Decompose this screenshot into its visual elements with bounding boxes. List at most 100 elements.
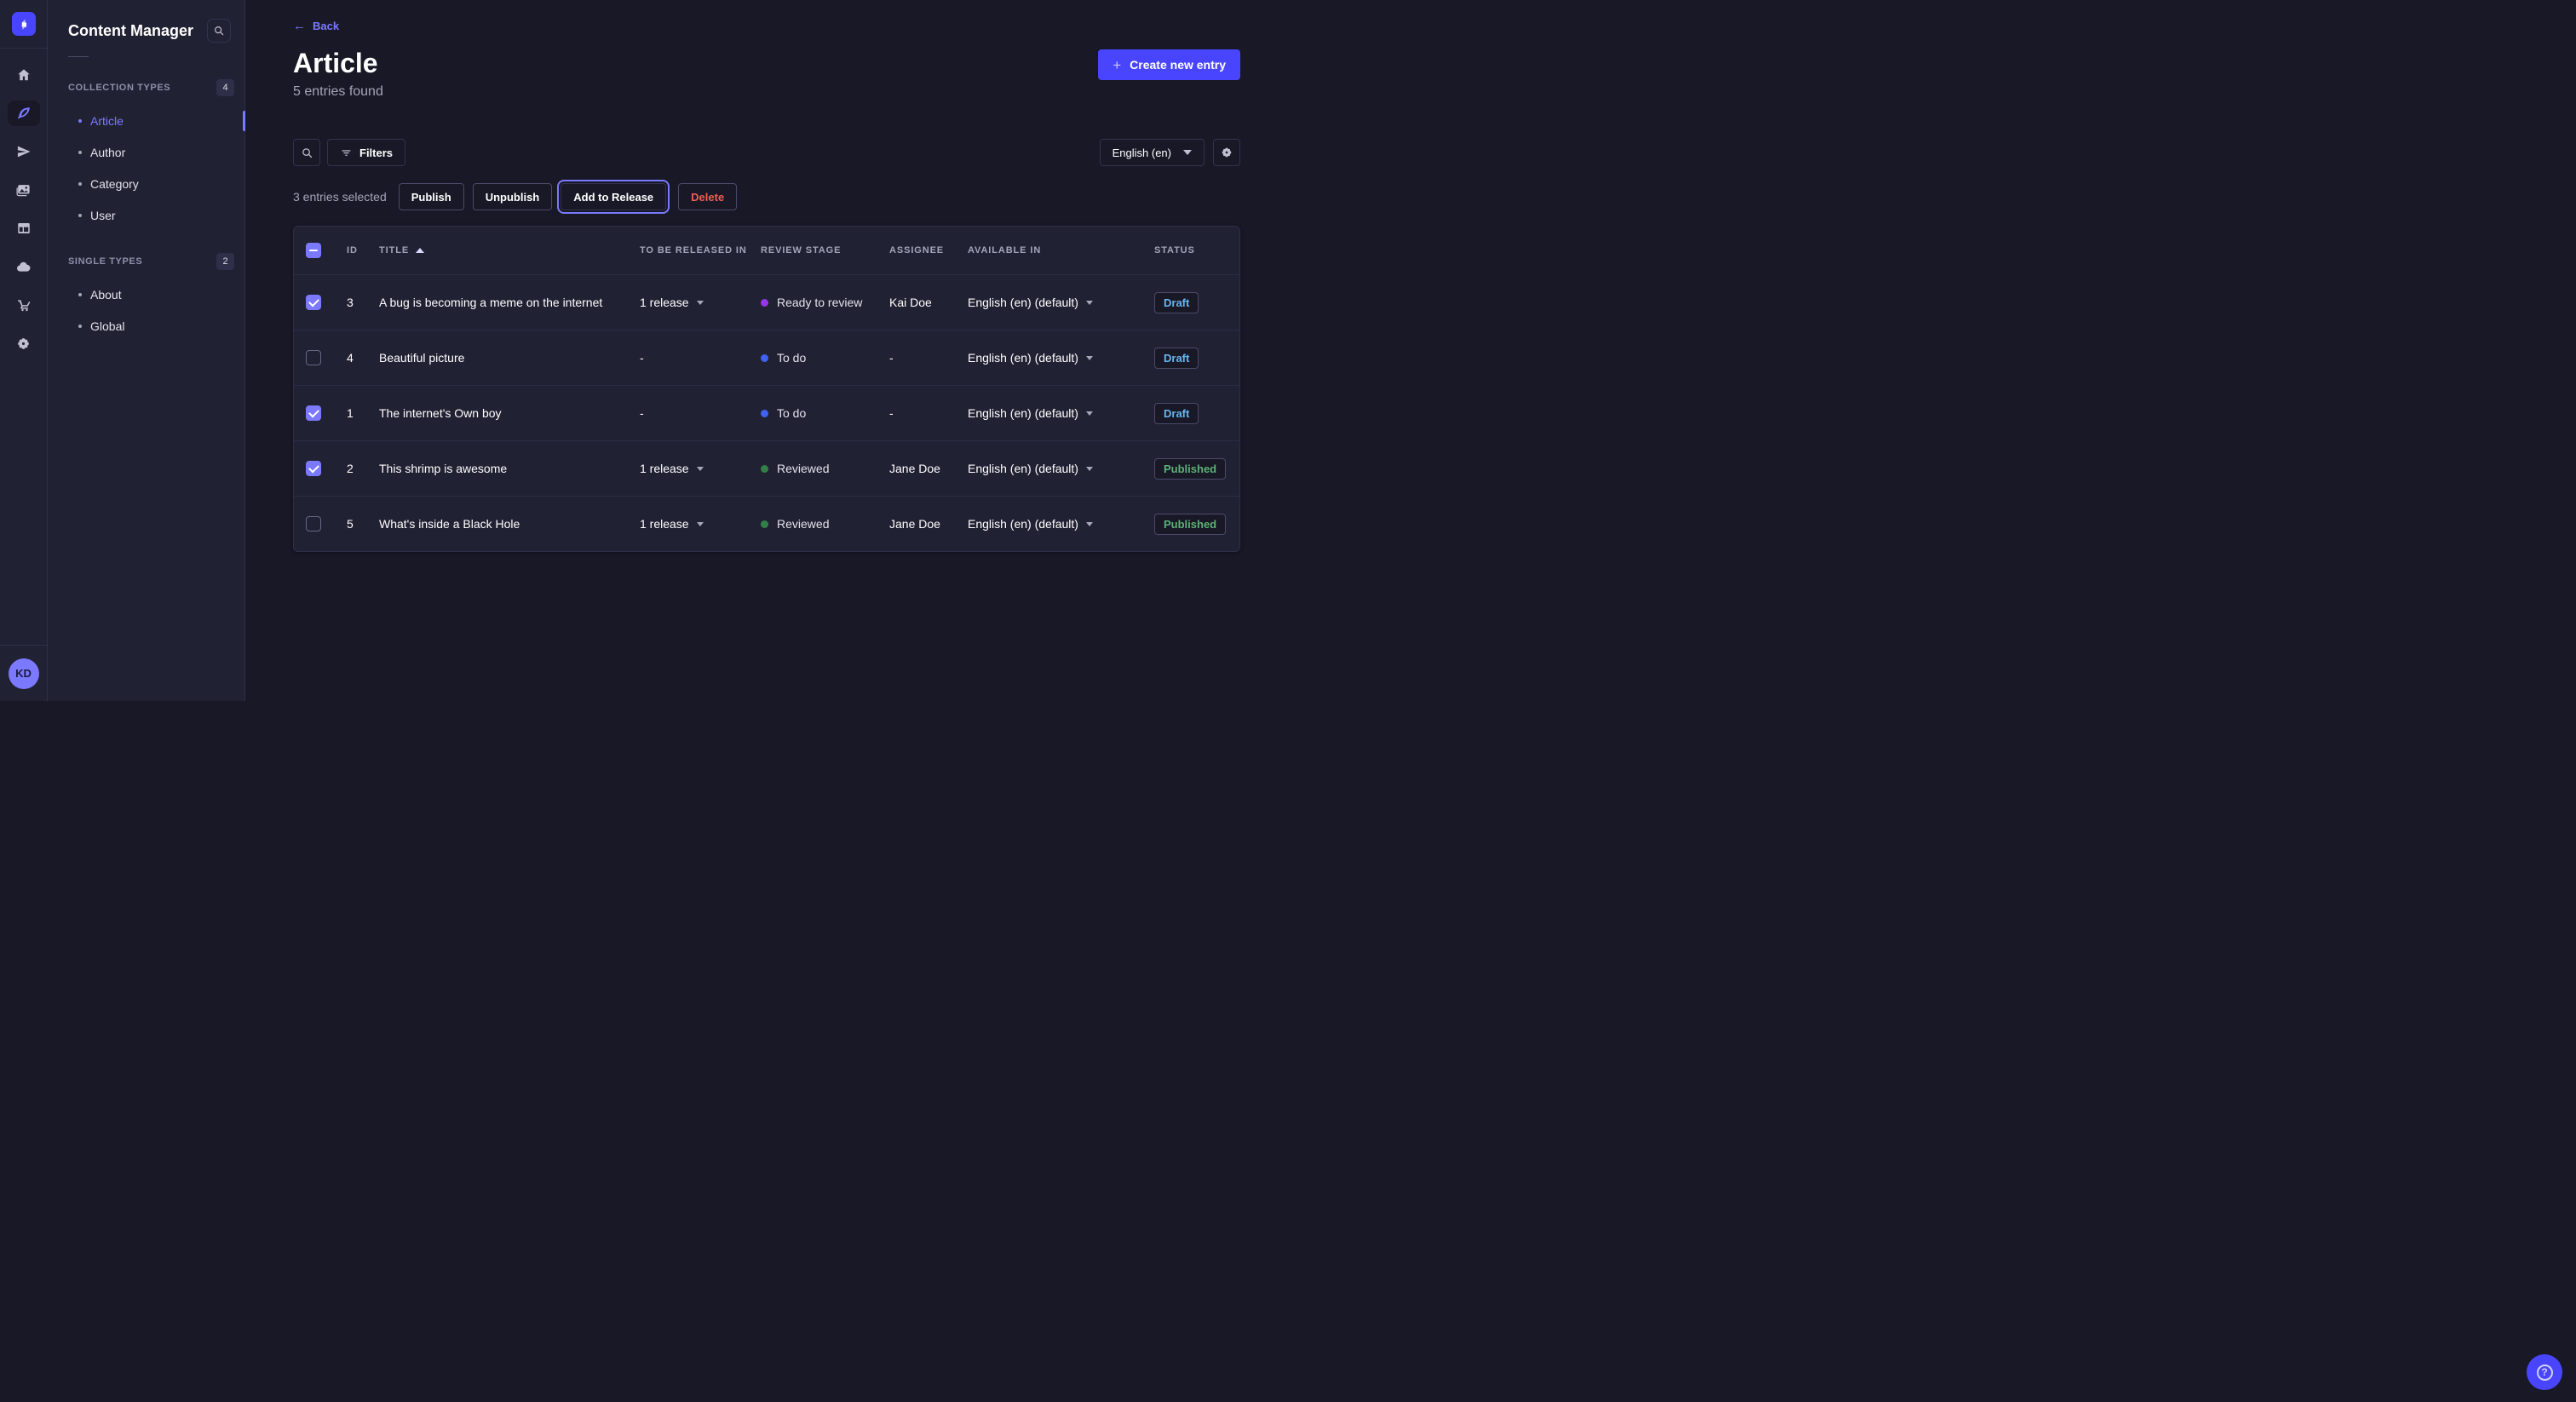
brand-area [0, 0, 47, 49]
cell-released-in: - [640, 351, 761, 365]
delete-button[interactable]: Delete [678, 183, 737, 210]
sidebar-search-button[interactable] [207, 19, 231, 43]
cell-title: Beautiful picture [379, 351, 640, 365]
sidebar-divider [68, 56, 89, 57]
app-root: KD Content Manager COLLECTION TYPES4Arti… [0, 0, 1288, 701]
cell-title: A bug is becoming a meme on the internet [379, 296, 640, 309]
back-arrow-icon: ← [293, 20, 306, 32]
publish-button[interactable]: Publish [399, 183, 464, 210]
column-header-id[interactable]: ID [347, 245, 379, 256]
cell-review-stage: To do [761, 406, 889, 420]
bullet-icon [78, 182, 82, 186]
cell-available-in[interactable]: English (en) (default) [968, 462, 1154, 475]
cell-assignee: - [889, 406, 968, 420]
unpublish-button[interactable]: Unpublish [473, 183, 553, 210]
chevron-down-icon [697, 467, 704, 471]
back-link[interactable]: ← Back [293, 20, 339, 32]
sidebar-sections: COLLECTION TYPES4ArticleAuthorCategoryUs… [48, 79, 244, 342]
selection-summary: 3 entries selected [293, 190, 387, 204]
cell-available-in[interactable]: English (en) (default) [968, 296, 1154, 309]
table-header-row: ID TITLE TO BE RELEASED IN REVIEW STAGE … [294, 227, 1239, 274]
review-stage-dot [761, 465, 768, 473]
plus-icon: + [1113, 58, 1121, 72]
create-new-entry-button[interactable]: + Create new entry [1098, 49, 1240, 80]
add-to-release-button[interactable]: Add to Release [561, 183, 666, 210]
sidebar-item-category[interactable]: Category [48, 168, 244, 199]
review-stage-dot [761, 299, 768, 307]
column-header-status[interactable]: STATUS [1154, 245, 1239, 256]
table-row[interactable]: 1 The internet's Own boy - To do - Engli… [294, 385, 1239, 440]
column-header-available-in[interactable]: AVAILABLE IN [968, 245, 1154, 256]
bullet-icon [78, 325, 82, 328]
chevron-down-icon [697, 522, 704, 526]
chevron-down-icon [1086, 522, 1093, 526]
review-stage-dot [761, 410, 768, 417]
rail-nav-items [0, 49, 47, 645]
cell-released-in[interactable]: 1 release [640, 296, 761, 309]
marketplace-cart-icon[interactable] [8, 292, 40, 318]
settings-gear-icon[interactable] [8, 330, 40, 356]
sidebar-item-user[interactable]: User [48, 199, 244, 231]
cell-review-stage: Ready to review [761, 296, 889, 309]
chevron-down-icon [1086, 356, 1093, 360]
cell-title: The internet's Own boy [379, 406, 640, 420]
chevron-down-icon [1086, 301, 1093, 305]
sidebar-item-global[interactable]: Global [48, 310, 244, 342]
search-button[interactable] [293, 139, 320, 166]
view-settings-button[interactable] [1213, 139, 1240, 166]
help-button[interactable]: ? [2527, 1354, 2562, 1390]
row-checkbox[interactable] [306, 516, 321, 531]
sidebar-item-article[interactable]: Article [48, 105, 244, 136]
sidebar-section: SINGLE TYPES2AboutGlobal [48, 253, 244, 342]
select-all-checkbox[interactable] [306, 243, 321, 258]
row-checkbox[interactable] [306, 350, 321, 365]
table-row[interactable]: 4 Beautiful picture - To do - English (e… [294, 330, 1239, 385]
cell-title: This shrimp is awesome [379, 462, 640, 475]
status-badge: Published [1154, 458, 1226, 480]
cell-released-in[interactable]: 1 release [640, 517, 761, 531]
strapi-glyph [16, 16, 32, 32]
cell-available-in[interactable]: English (en) (default) [968, 351, 1154, 365]
status-badge: Published [1154, 514, 1226, 535]
sidebar-item-about[interactable]: About [48, 279, 244, 310]
table-row[interactable]: 2 This shrimp is awesome 1 release Revie… [294, 440, 1239, 496]
cell-available-in[interactable]: English (en) (default) [968, 517, 1154, 531]
strapi-logo-icon[interactable] [12, 12, 36, 36]
section-count-badge: 2 [216, 253, 234, 270]
cell-released-in[interactable]: 1 release [640, 462, 761, 475]
nav-rail: KD [0, 0, 48, 701]
row-checkbox[interactable] [306, 461, 321, 476]
column-header-released-in[interactable]: TO BE RELEASED IN [640, 245, 761, 256]
entries-count: 5 entries found [293, 84, 1240, 100]
review-stage-dot [761, 354, 768, 362]
column-header-title[interactable]: TITLE [379, 245, 640, 256]
table-row[interactable]: 5 What's inside a Black Hole 1 release R… [294, 496, 1239, 551]
section-label: COLLECTION TYPES [68, 83, 170, 93]
content-manager-icon[interactable] [8, 101, 40, 126]
media-library-icon[interactable] [8, 177, 40, 203]
home-icon[interactable] [8, 62, 40, 88]
cell-id: 5 [347, 517, 379, 531]
releases-send-icon[interactable] [8, 139, 40, 164]
review-stage-dot [761, 520, 768, 528]
column-header-review-stage[interactable]: REVIEW STAGE [761, 245, 889, 256]
cloud-icon[interactable] [8, 254, 40, 279]
column-header-assignee[interactable]: ASSIGNEE [889, 245, 968, 256]
cell-title: What's inside a Black Hole [379, 517, 640, 531]
row-checkbox[interactable] [306, 405, 321, 421]
user-avatar[interactable]: KD [9, 658, 39, 689]
filters-button[interactable]: Filters [327, 139, 405, 166]
sidebar-item-author[interactable]: Author [48, 136, 244, 168]
cell-review-stage: To do [761, 351, 889, 365]
cell-assignee: Jane Doe [889, 462, 968, 475]
cell-assignee: - [889, 351, 968, 365]
entries-table: ID TITLE TO BE RELEASED IN REVIEW STAGE … [293, 226, 1240, 552]
content-type-builder-icon[interactable] [8, 215, 40, 241]
table-body: 3 A bug is becoming a meme on the intern… [294, 274, 1239, 551]
cell-available-in[interactable]: English (en) (default) [968, 406, 1154, 420]
table-row[interactable]: 3 A bug is becoming a meme on the intern… [294, 274, 1239, 330]
cell-assignee: Jane Doe [889, 517, 968, 531]
locale-select[interactable]: English (en) [1100, 139, 1205, 166]
cell-review-stage: Reviewed [761, 517, 889, 531]
row-checkbox[interactable] [306, 295, 321, 310]
